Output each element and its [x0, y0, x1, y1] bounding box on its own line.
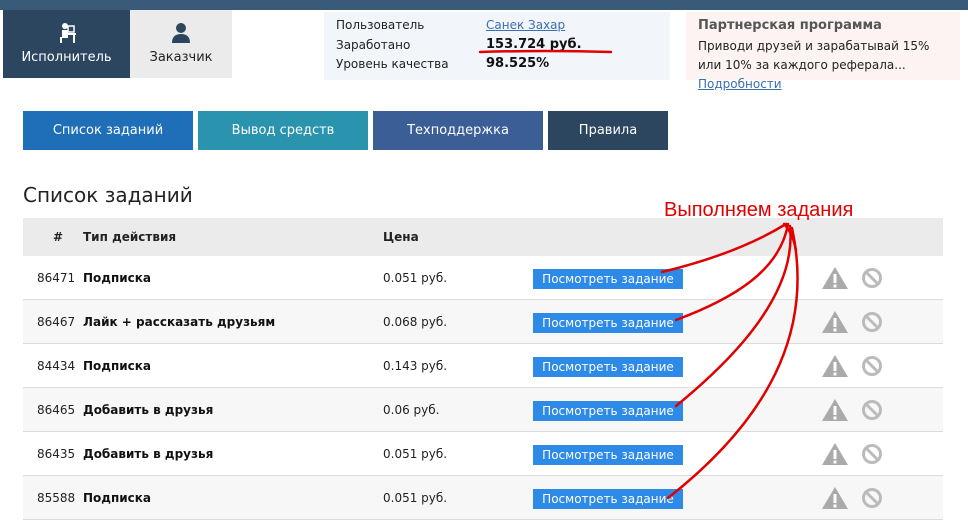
header-number: # — [53, 230, 64, 244]
earned-label: Заработано — [336, 38, 411, 52]
table-row: 84434 Подписка 0.143 руб. Посмотреть зад… — [23, 344, 943, 388]
partner-description: Приводи друзей и зарабатывай 15% или 10%… — [698, 39, 930, 72]
person-icon — [170, 22, 192, 44]
table-row: 86471 Подписка 0.051 руб. Посмотреть зад… — [23, 256, 943, 300]
task-id: 86467 — [37, 315, 76, 329]
tab-performer[interactable]: Исполнитель — [3, 10, 130, 78]
task-id: 84434 — [37, 359, 76, 373]
view-task-button[interactable]: Посмотреть задание — [533, 313, 683, 333]
warning-triangle-icon[interactable] — [821, 398, 849, 422]
task-price: 0.06 руб. — [383, 403, 440, 417]
warning-triangle-icon[interactable] — [821, 442, 849, 466]
table-row: 86435 Добавить в друзья 0.051 руб. Посмо… — [23, 432, 943, 476]
view-task-button[interactable]: Посмотреть задание — [533, 269, 683, 289]
view-task-button[interactable]: Посмотреть задание — [533, 445, 683, 465]
table-header: # Тип действия Цена — [23, 218, 943, 256]
view-task-button[interactable]: Посмотреть задание — [533, 489, 683, 509]
user-label: Пользователь — [336, 18, 425, 32]
quality-value: 98.525% — [486, 56, 550, 71]
task-price: 0.051 руб. — [383, 447, 448, 461]
warning-triangle-icon[interactable] — [821, 354, 849, 378]
task-id: 86471 — [37, 271, 76, 285]
user-info-panel: Пользователь Санек Захар Заработано 153.… — [324, 12, 670, 80]
block-circle-icon[interactable] — [861, 399, 883, 421]
table-row: 85588 Подписка 0.051 руб. Посмотреть зад… — [23, 476, 943, 520]
earned-value: 153.724 руб. — [486, 37, 582, 52]
nav-task-list-button[interactable]: Список заданий — [23, 111, 193, 150]
task-type: Добавить в друзья — [83, 403, 214, 417]
task-price: 0.143 руб. — [383, 359, 448, 373]
task-price: 0.068 руб. — [383, 315, 448, 329]
table-row: 86465 Добавить в друзья 0.06 руб. Посмот… — [23, 388, 943, 432]
quality-label: Уровень качества — [336, 57, 449, 71]
task-price: 0.051 руб. — [383, 271, 448, 285]
header-price: Цена — [383, 230, 419, 244]
task-type: Лайк + рассказать друзьям — [83, 315, 276, 329]
user-name-link[interactable]: Санек Захар — [486, 18, 565, 32]
block-circle-icon[interactable] — [861, 311, 883, 333]
nav-rules-button[interactable]: Правила — [548, 111, 668, 150]
task-type: Подписка — [83, 491, 152, 505]
task-type: Подписка — [83, 359, 152, 373]
nav-withdraw-button[interactable]: Вывод средств — [198, 111, 368, 150]
task-type: Добавить в друзья — [83, 447, 214, 461]
view-task-button[interactable]: Посмотреть задание — [533, 357, 683, 377]
warning-triangle-icon[interactable] — [821, 310, 849, 334]
warning-triangle-icon[interactable] — [821, 266, 849, 290]
block-circle-icon[interactable] — [861, 267, 883, 289]
view-task-button[interactable]: Посмотреть задание — [533, 401, 683, 421]
block-circle-icon[interactable] — [861, 355, 883, 377]
task-id: 85588 — [37, 491, 76, 505]
task-type: Подписка — [83, 271, 152, 285]
task-id: 86435 — [37, 447, 76, 461]
partner-details-link[interactable]: Подробности — [698, 77, 782, 91]
table-row: 86467 Лайк + рассказать друзьям 0.068 ру… — [23, 300, 943, 344]
warning-triangle-icon[interactable] — [821, 486, 849, 510]
nav-support-button[interactable]: Техподдержка — [373, 111, 543, 150]
tab-customer-label: Заказчик — [149, 50, 213, 65]
top-bar — [0, 0, 968, 10]
block-circle-icon[interactable] — [861, 487, 883, 509]
partner-text: Приводи друзей и зарабатывай 15% или 10%… — [698, 37, 948, 94]
task-id: 86465 — [37, 403, 76, 417]
task-price: 0.051 руб. — [383, 491, 448, 505]
page-title: Список заданий — [23, 183, 193, 207]
partner-title: Партнерская программа — [698, 18, 882, 33]
person-at-desk-icon — [56, 22, 78, 44]
header-type: Тип действия — [83, 230, 177, 244]
partner-panel: Партнерская программа Приводи друзей и з… — [686, 12, 960, 91]
block-circle-icon[interactable] — [861, 443, 883, 465]
tab-performer-label: Исполнитель — [21, 50, 112, 65]
annotation-label: Выполняем задания — [664, 199, 854, 221]
tab-customer[interactable]: Заказчик — [130, 10, 232, 78]
